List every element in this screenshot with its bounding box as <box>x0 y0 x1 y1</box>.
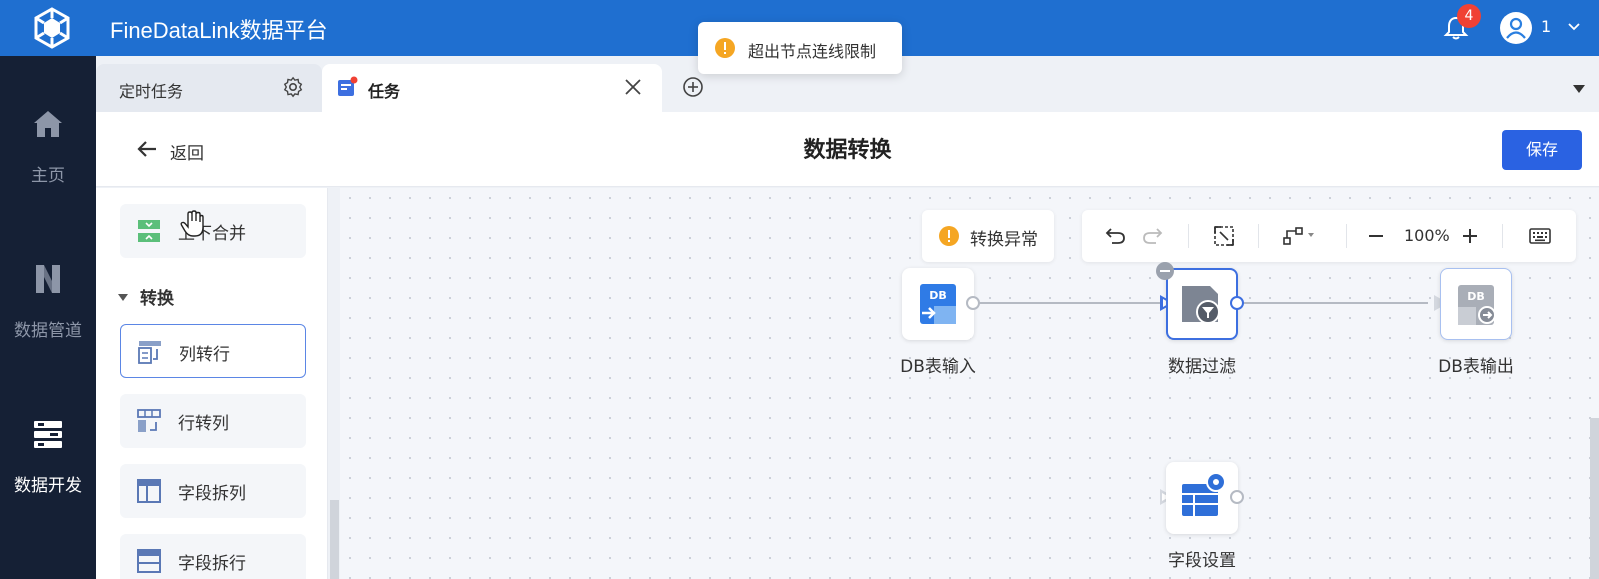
merge-icon <box>138 220 160 242</box>
operator-palette: 上下合并 转换 列转行 行转列 字段拆列 字段拆行 <box>96 188 328 579</box>
node-db-output[interactable]: DB <box>1440 268 1512 340</box>
caret-down-icon[interactable] <box>1573 84 1585 94</box>
user-avatar[interactable] <box>1500 12 1532 44</box>
palette-item-split-column[interactable]: 字段拆列 <box>120 464 306 518</box>
node-output-port[interactable] <box>1230 296 1244 310</box>
remove-node-icon[interactable] <box>1156 262 1174 280</box>
save-button[interactable]: 保存 <box>1502 130 1582 170</box>
user-name[interactable]: 1 <box>1541 17 1551 36</box>
node-label: 数据过滤 <box>1168 357 1236 377</box>
caret-down-icon <box>118 293 128 301</box>
warning-icon <box>939 226 959 246</box>
close-icon[interactable] <box>624 78 642 96</box>
notification-badge: 4 <box>1457 4 1481 28</box>
hand-cursor-icon <box>180 210 204 237</box>
palette-item-label: 行转列 <box>178 414 229 434</box>
nav-item-data-pipeline[interactable]: 数据管道 <box>0 261 96 381</box>
canvas-scrollbar[interactable] <box>1590 418 1599 579</box>
toolbar-divider <box>1188 224 1189 248</box>
app-logo-icon[interactable] <box>30 6 74 50</box>
conversion-warning-chip[interactable]: 转换异常 <box>922 210 1054 262</box>
field-settings-icon <box>1182 472 1226 516</box>
split-row-icon <box>137 549 161 573</box>
nav-item-data-dev[interactable]: 数据开发 <box>0 416 96 536</box>
node-field-settings[interactable] <box>1166 462 1238 534</box>
palette-item-label: 字段拆行 <box>178 554 246 574</box>
palette-scrollbar[interactable] <box>330 500 339 579</box>
node-output-port[interactable] <box>1230 490 1244 504</box>
warning-icon <box>715 38 735 58</box>
warning-label: 转换异常 <box>970 230 1038 250</box>
section-title-transform[interactable]: 转换 <box>118 284 174 309</box>
toast-label: 超出节点连线限制 <box>748 42 877 61</box>
toolbar-divider <box>1258 224 1259 248</box>
section-title-label: 转换 <box>140 289 174 309</box>
zoom-in-icon[interactable] <box>1458 224 1482 248</box>
zoom-level: 100% <box>1404 226 1450 245</box>
tab-label: 定时任务 <box>119 82 184 101</box>
data-dev-icon <box>34 421 62 448</box>
node-label: DB表输入 <box>900 357 976 377</box>
split-column-icon <box>137 479 161 503</box>
tab-task[interactable]: 任务 <box>322 64 662 112</box>
layout-icon[interactable] <box>1282 224 1322 248</box>
node-label: 字段设置 <box>1168 551 1236 571</box>
palette-item-row-to-col[interactable]: 行转列 <box>120 394 306 448</box>
toolbar-divider <box>1502 224 1503 248</box>
node-db-input[interactable]: DB <box>902 268 974 340</box>
node-label: DB表输出 <box>1438 357 1514 377</box>
left-nav: 主页 数据管道 数据开发 <box>0 56 96 579</box>
pipeline-icon <box>36 265 60 293</box>
user-icon <box>1506 17 1526 39</box>
palette-item-merge[interactable]: 上下合并 <box>120 204 306 258</box>
tab-label: 任务 <box>368 82 401 101</box>
toast-message: 超出节点连线限制 <box>698 22 902 74</box>
nav-label: 主页 <box>31 166 65 186</box>
gear-icon[interactable] <box>282 76 304 98</box>
app-title: FineDataLink数据平台 <box>110 18 328 43</box>
content-header: 返回 数据转换 保存 <box>96 112 1599 187</box>
node-data-filter[interactable] <box>1166 268 1238 340</box>
keyboard-icon[interactable] <box>1528 224 1552 248</box>
canvas-toolbar: 100% <box>1082 210 1576 262</box>
tab-scheduled-tasks[interactable]: 定时任务 <box>96 64 322 112</box>
undo-icon[interactable] <box>1104 224 1128 248</box>
palette-item-split-row[interactable]: 字段拆行 <box>120 534 306 579</box>
row-to-col-icon <box>137 409 161 432</box>
task-icon <box>338 76 358 96</box>
palette-item-col-to-row[interactable]: 列转行 <box>120 324 306 378</box>
toolbar-divider <box>1346 224 1347 248</box>
home-icon <box>34 111 62 137</box>
nav-item-home[interactable]: 主页 <box>0 106 96 226</box>
nav-label: 数据管道 <box>14 321 82 341</box>
zoom-out-icon[interactable] <box>1364 224 1388 248</box>
chevron-down-icon[interactable] <box>1568 22 1580 32</box>
page-title: 数据转换 <box>803 138 892 163</box>
fit-view-icon[interactable] <box>1212 224 1236 248</box>
db-output-icon: DB <box>1458 285 1496 325</box>
add-tab-icon[interactable] <box>682 76 704 98</box>
redo-icon[interactable] <box>1140 224 1164 248</box>
col-to-row-icon <box>138 341 161 364</box>
db-input-icon: DB <box>920 284 956 324</box>
palette-item-label: 字段拆列 <box>178 484 246 504</box>
palette-item-label: 列转行 <box>179 345 230 365</box>
svg-text:DB: DB <box>929 289 947 302</box>
svg-text:DB: DB <box>1467 290 1485 303</box>
nav-label: 数据开发 <box>14 476 82 496</box>
filter-icon <box>1182 286 1220 324</box>
node-output-port[interactable] <box>966 296 980 310</box>
